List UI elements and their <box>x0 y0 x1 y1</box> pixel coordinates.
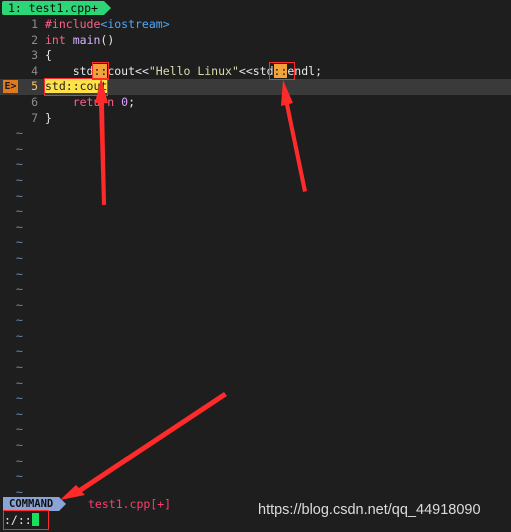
arrow-down-left <box>60 392 227 500</box>
arrow-up-2 <box>281 80 307 192</box>
annotation-arrows <box>60 78 307 500</box>
arrow-up-1 <box>95 78 108 205</box>
